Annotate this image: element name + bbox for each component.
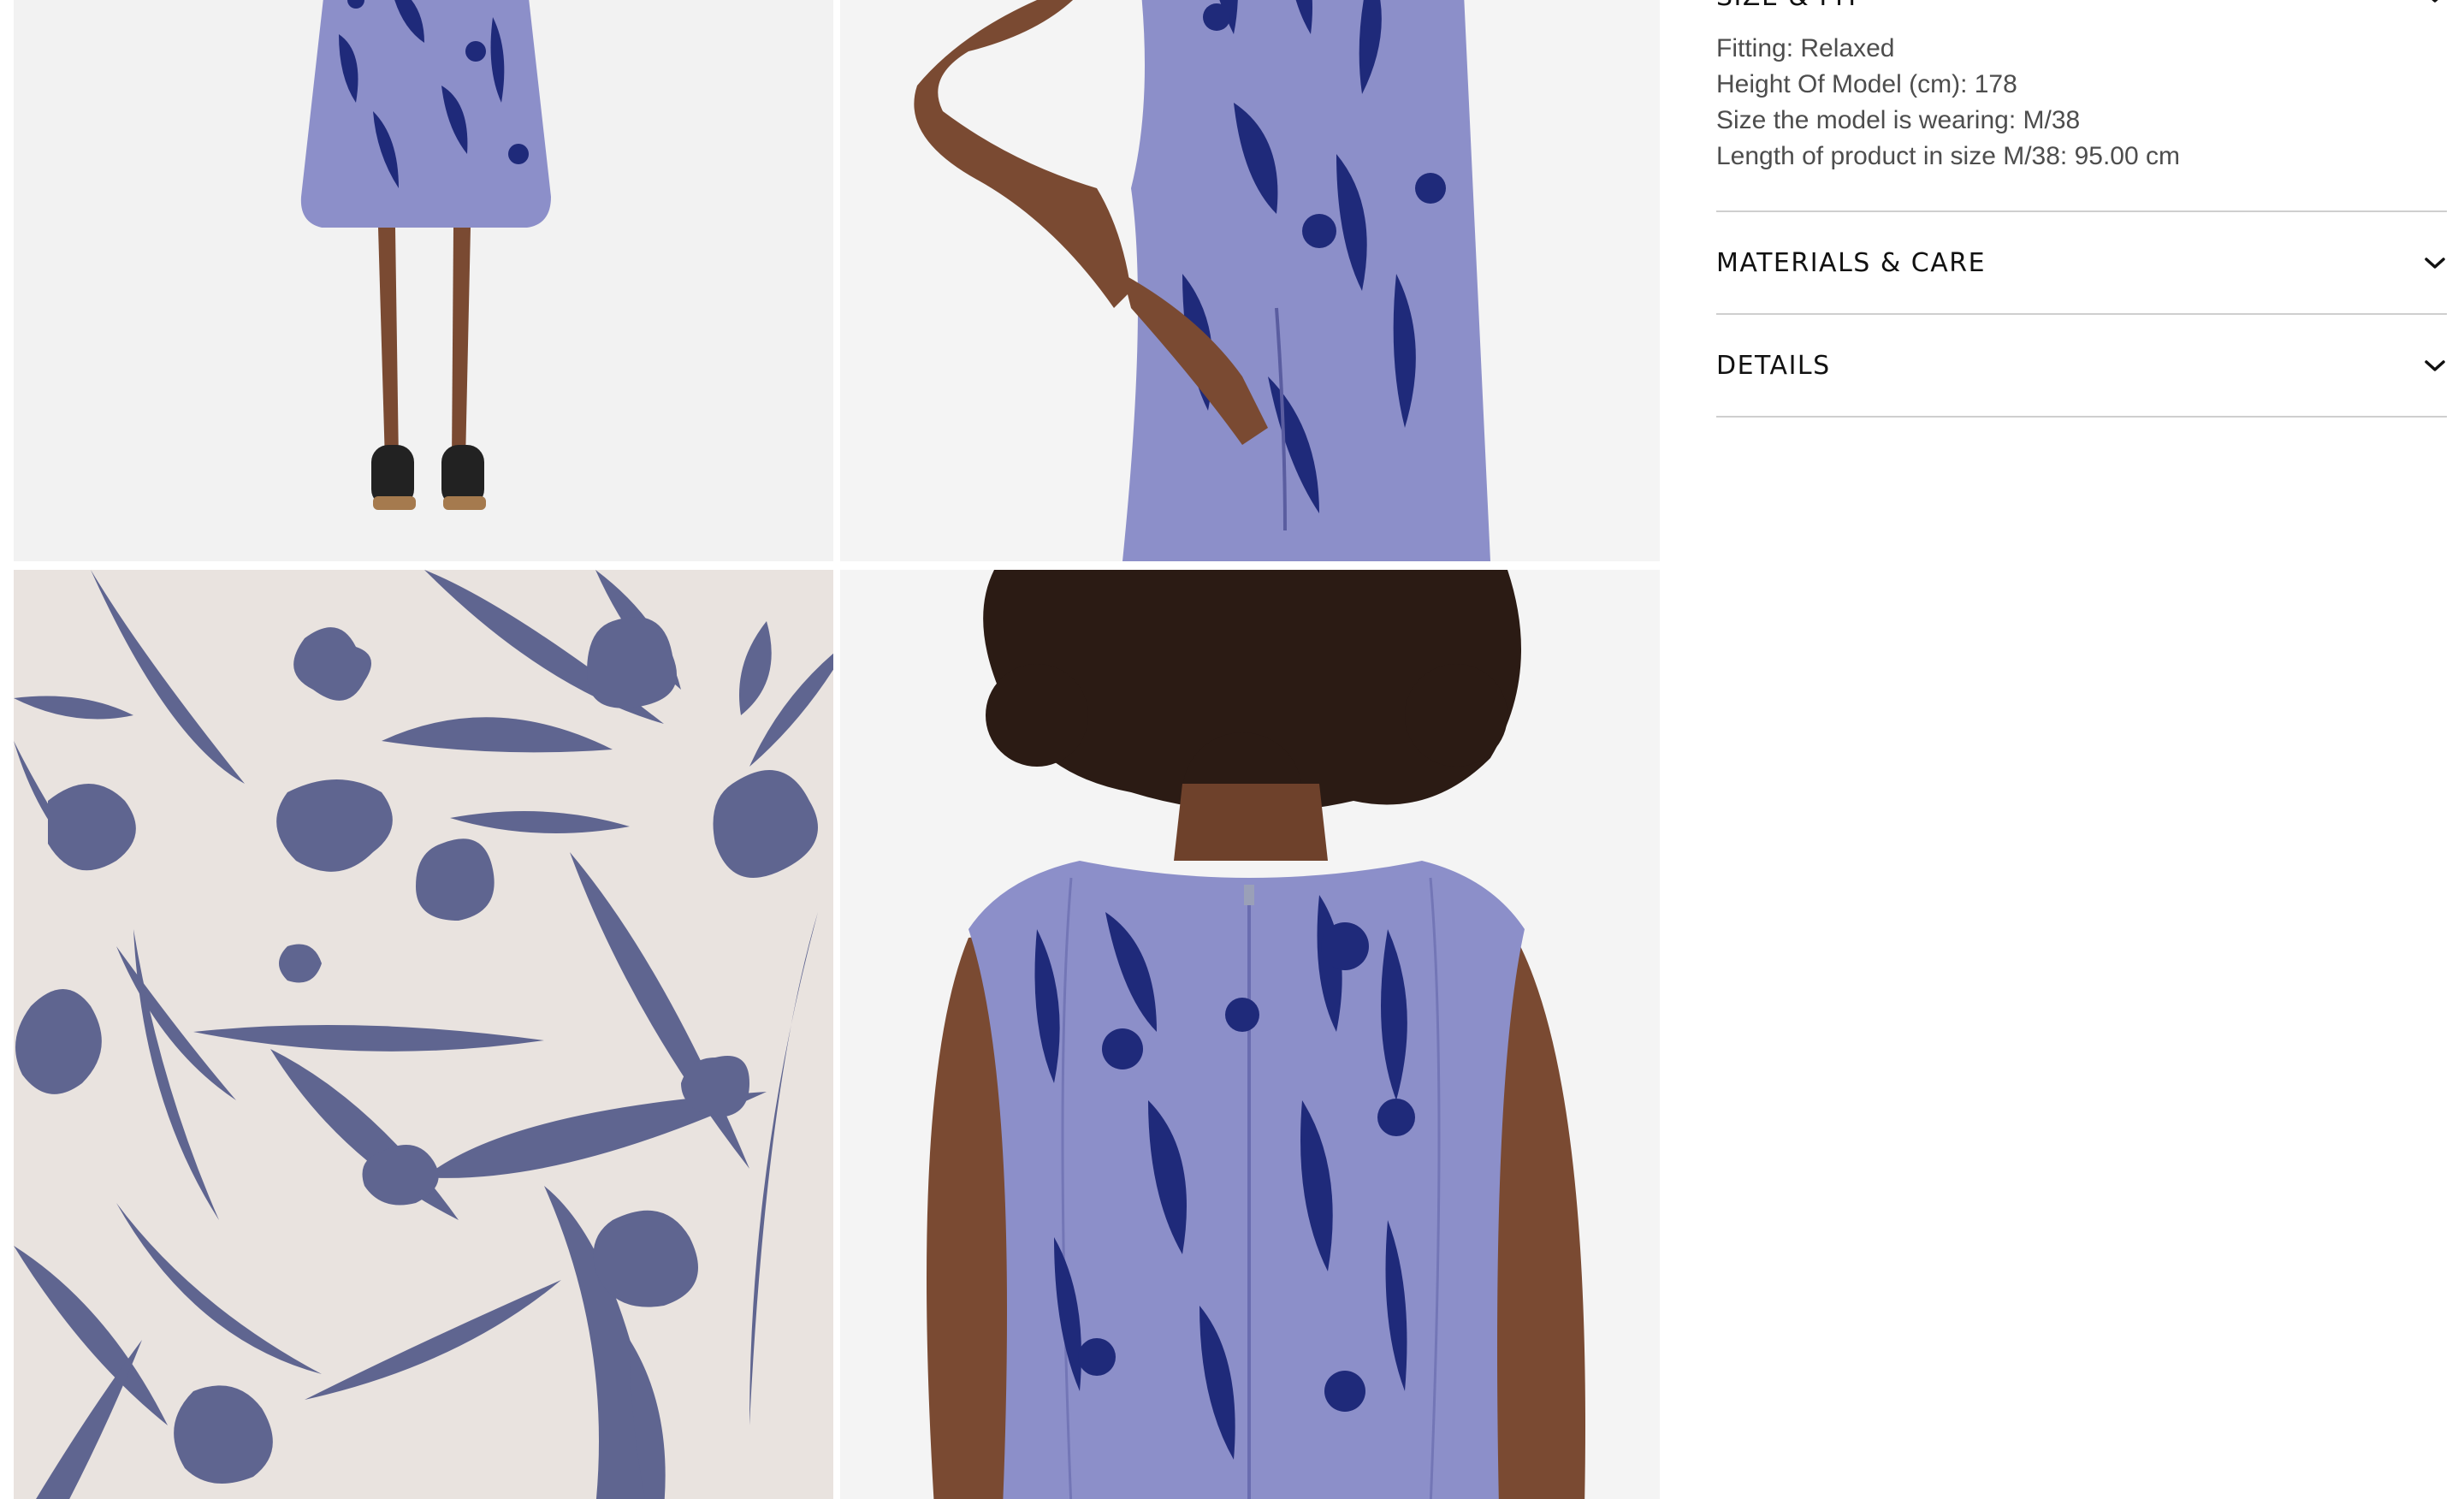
materials-care-accordion-header[interactable]: MATERIALS & CARE — [1716, 212, 2447, 315]
size-fit-title: SIZE & FIT — [1716, 0, 1861, 12]
gallery-image-dress-back-full-length[interactable] — [14, 0, 833, 561]
gallery-image-dress-side-pocket[interactable] — [840, 0, 1660, 561]
fitting-text: Fitting: Relaxed — [1716, 34, 1895, 62]
gallery-image-print-pattern-swatch[interactable] — [14, 570, 833, 1499]
product-page: SIZE & FIT Fitting: Relaxed Height Of Mo… — [0, 0, 2464, 1499]
chevron-down-icon[interactable] — [2423, 254, 2447, 271]
chevron-up-icon[interactable] — [2423, 0, 2447, 5]
details-accordion-header[interactable]: DETAILS — [1716, 315, 2447, 418]
size-fit-content: Fitting: Relaxed Height Of Model (cm): 1… — [1716, 31, 2447, 212]
product-length-text: Length of product in size M/38: 95.00 cm — [1716, 142, 2180, 170]
details-title: DETAILS — [1716, 350, 1831, 381]
gallery-image-dress-back-upper[interactable] — [840, 570, 1660, 1499]
model-height-text: Height Of Model (cm): 178 — [1716, 70, 2017, 98]
model-size-text: Size the model is wearing: M/38 — [1716, 106, 2081, 134]
size-fit-accordion-header[interactable]: SIZE & FIT — [1716, 0, 2447, 17]
chevron-down-icon[interactable] — [2423, 357, 2447, 374]
materials-care-title: MATERIALS & CARE — [1716, 247, 1987, 278]
product-image-gallery — [0, 0, 1670, 1499]
